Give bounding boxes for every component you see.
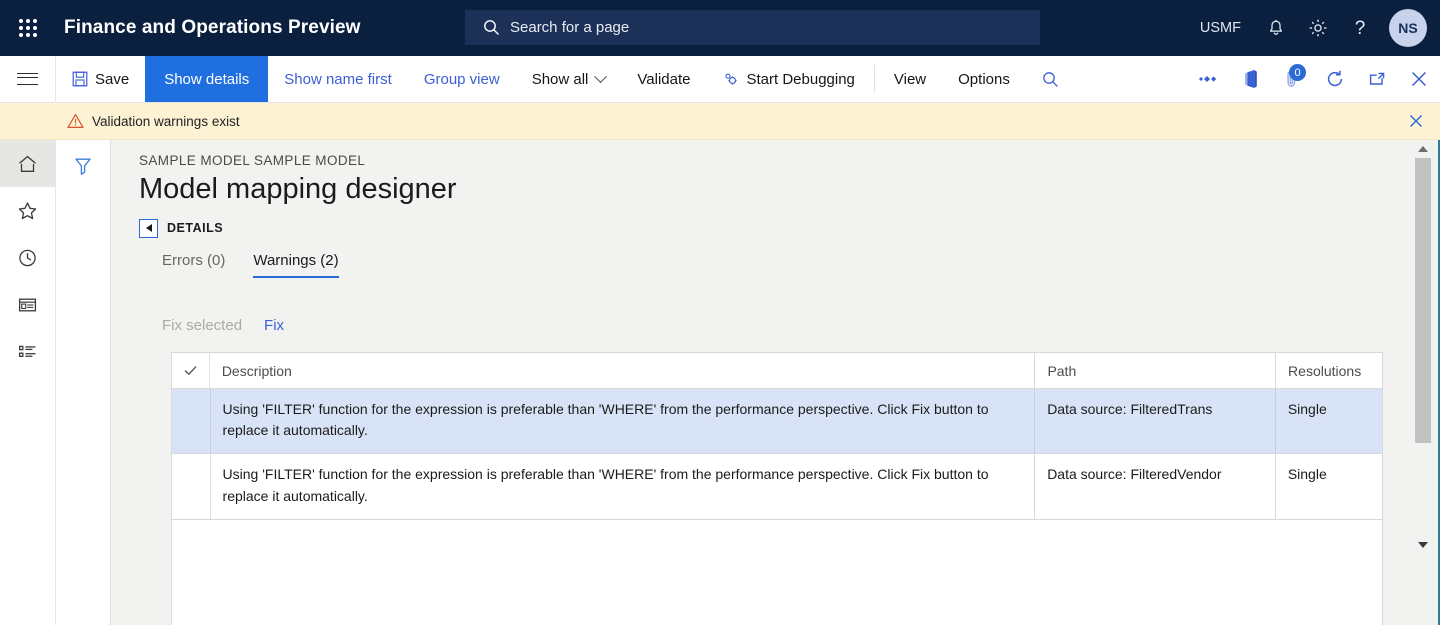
row-checkbox[interactable] [172, 389, 210, 453]
modules-list-icon [18, 345, 36, 357]
show-name-first-button[interactable]: Show name first [268, 56, 408, 102]
attachments-badge: 0 [1289, 64, 1306, 81]
view-label: View [893, 70, 927, 88]
page-title: Model mapping designer [139, 173, 457, 205]
cell-description: Using 'FILTER' function for the expressi… [209, 388, 1035, 454]
command-search-icon[interactable] [1026, 56, 1075, 102]
chevron-down-icon [594, 69, 608, 83]
command-bar-right-group: 0 [1188, 56, 1440, 101]
message-bar-text: Validation warnings exist [92, 113, 240, 129]
details-section-label: DETAILS [167, 221, 224, 236]
global-search-box[interactable]: Search for a page [465, 10, 1040, 45]
user-avatar[interactable]: NS [1389, 9, 1427, 47]
message-bar: Validation warnings exist [0, 103, 1440, 140]
settings-gear-icon[interactable] [1297, 0, 1339, 56]
main-content: SAMPLE MODEL SAMPLE MODEL Model mapping … [111, 140, 1440, 625]
scrollbar-track[interactable] [1414, 157, 1431, 536]
cell-path: Data source: FilteredTrans [1034, 388, 1275, 454]
office-export-icon[interactable] [1230, 56, 1272, 101]
notifications-bell-icon[interactable] [1255, 0, 1297, 56]
options-label: Options [958, 70, 1010, 88]
relationships-icon[interactable] [1188, 56, 1230, 101]
table-row[interactable]: Using 'FILTER' function for the expressi… [172, 388, 1382, 455]
validate-button[interactable]: Validate [621, 56, 706, 102]
sidebar-item-recent[interactable] [0, 234, 55, 281]
open-in-new-window-icon[interactable] [1356, 56, 1398, 101]
fix-selected-button[interactable]: Fix selected [162, 317, 242, 334]
collapse-triangle-icon[interactable] [139, 218, 158, 238]
fix-button[interactable]: Fix [264, 317, 284, 334]
refresh-icon[interactable] [1314, 56, 1356, 101]
show-all-label: Show all [531, 70, 589, 88]
show-all-dropdown[interactable]: Show all [516, 56, 622, 102]
filter-pane [56, 140, 111, 625]
group-view-button[interactable]: Group view [408, 56, 516, 102]
clock-icon [19, 249, 36, 266]
top-navigation-bar: Finance and Operations Preview Search fo… [0, 0, 1440, 56]
sidebar-item-modules[interactable] [0, 328, 55, 375]
help-question-icon[interactable]: ? [1339, 0, 1381, 56]
scrollbar-thumb[interactable] [1415, 158, 1431, 443]
scroll-up-arrow-icon[interactable] [1414, 140, 1431, 157]
grid-header-row: Description Path Resolutions [172, 352, 1382, 389]
app-title: Finance and Operations Preview [64, 17, 361, 38]
save-button[interactable]: Save [56, 56, 145, 102]
row-checkbox[interactable] [172, 454, 210, 518]
vertical-scrollbar[interactable] [1414, 140, 1431, 553]
select-all-checkmark-icon[interactable] [172, 353, 209, 388]
view-menu-button[interactable]: View [878, 56, 942, 102]
validate-label: Validate [637, 70, 691, 88]
hamburger-menu-icon[interactable] [0, 56, 56, 102]
details-section-header: DETAILS [139, 218, 1440, 238]
show-details-button[interactable]: Show details [145, 56, 269, 102]
cell-resolutions: Single [1274, 388, 1382, 454]
star-icon [18, 201, 37, 219]
filter-funnel-icon[interactable] [68, 151, 98, 181]
column-header-description[interactable]: Description [208, 352, 1035, 388]
home-icon [19, 155, 36, 172]
search-icon [483, 19, 500, 36]
cell-resolutions: Single [1274, 454, 1382, 519]
validation-tabs: Errors (0) Warnings (2) [162, 252, 1440, 278]
svg-text:?: ? [1355, 18, 1366, 39]
attachments-icon[interactable]: 0 [1272, 56, 1314, 101]
scroll-down-arrow-icon[interactable] [1414, 536, 1431, 553]
tab-errors[interactable]: Errors (0) [162, 252, 225, 278]
command-separator [873, 65, 875, 93]
message-bar-close-icon[interactable] [1404, 109, 1428, 133]
column-header-resolutions[interactable]: Resolutions [1275, 352, 1382, 388]
company-selector[interactable]: USMF [1200, 20, 1241, 36]
search-input[interactable]: Search for a page [510, 19, 629, 36]
tab-warnings[interactable]: Warnings (2) [253, 252, 339, 278]
cell-description: Using 'FILTER' function for the expressi… [209, 454, 1035, 519]
warnings-grid: Description Path Resolutions Using 'FILT… [171, 351, 1383, 625]
sidebar-item-workspaces[interactable] [0, 281, 55, 328]
save-disk-icon [72, 71, 88, 87]
column-header-path[interactable]: Path [1034, 352, 1275, 388]
sidebar-item-favorites[interactable] [0, 187, 55, 234]
show-name-first-label: Show name first [284, 70, 392, 88]
close-icon[interactable] [1398, 56, 1440, 101]
top-bar-right-group: USMF ? NS [1200, 0, 1440, 56]
cell-path: Data source: FilteredVendor [1034, 454, 1275, 519]
page-body: SAMPLE MODEL SAMPLE MODEL Model mapping … [0, 140, 1440, 625]
navigation-rail [0, 140, 56, 625]
show-details-label: Show details [164, 70, 250, 88]
grid-empty-area [172, 519, 1382, 625]
options-menu-button[interactable]: Options [942, 56, 1026, 102]
save-button-label: Save [95, 70, 130, 88]
app-launcher-icon[interactable] [0, 0, 56, 56]
debug-gears-icon [722, 71, 739, 88]
warning-triangle-icon [67, 113, 84, 129]
group-view-label: Group view [423, 70, 500, 88]
fix-actions-row: Fix selected Fix [162, 317, 1440, 334]
start-debugging-button[interactable]: Start Debugging [706, 56, 870, 102]
sidebar-item-home[interactable] [0, 140, 55, 187]
start-debugging-label: Start Debugging [746, 70, 855, 88]
workspace-icon [18, 298, 37, 311]
breadcrumb: SAMPLE MODEL SAMPLE MODEL [139, 153, 366, 168]
command-bar: Save Show details Show name first Group … [0, 56, 1440, 103]
table-row[interactable]: Using 'FILTER' function for the expressi… [172, 454, 1382, 520]
